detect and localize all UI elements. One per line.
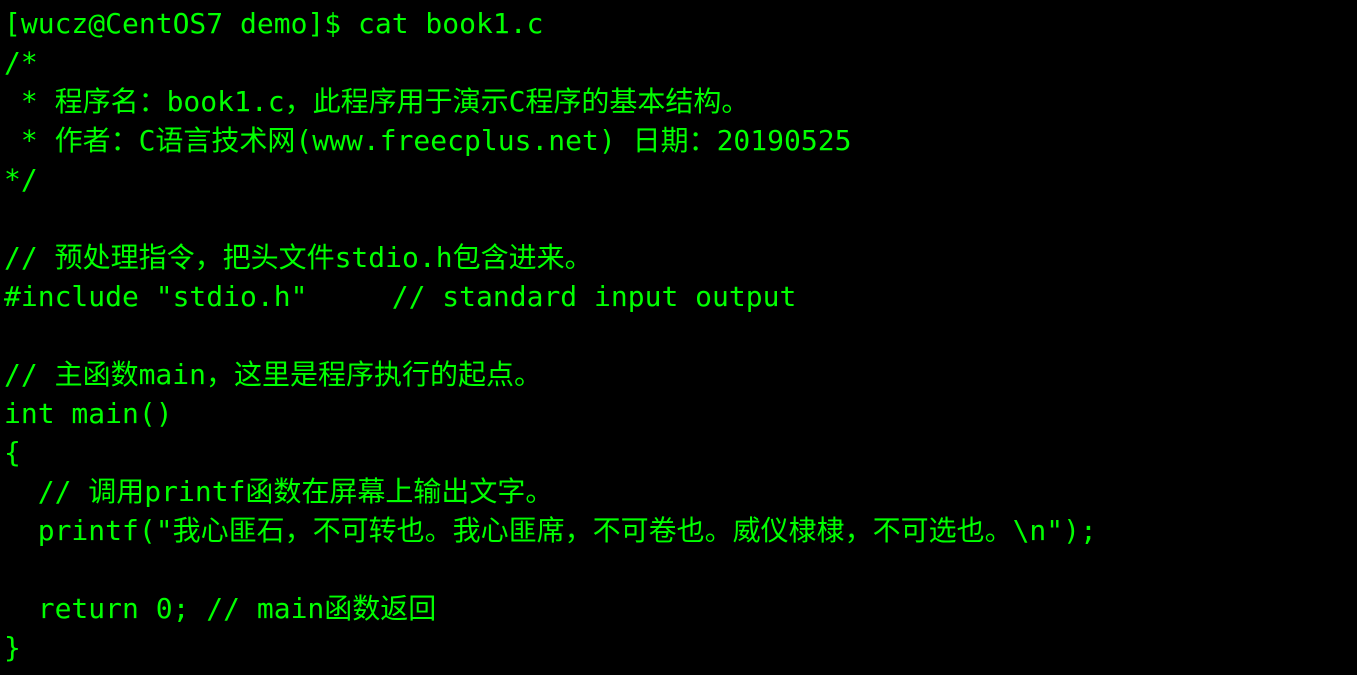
shell-prompt-line: [wucz@CentOS7 demo]$ cat book1.c [4, 7, 544, 40]
comment-program-name-line: * 程序名：book1.c，此程序用于演示C程序的基本结构。 [4, 85, 750, 118]
main-signature-line: int main() [4, 397, 173, 430]
open-brace-line: { [4, 436, 21, 469]
close-brace-line: } [4, 631, 21, 664]
terminal-window[interactable]: [wucz@CentOS7 demo]$ cat book1.c /* * 程序… [0, 0, 1357, 675]
return-line: return 0; // main函数返回 [4, 592, 437, 625]
comment-open-line: /* [4, 46, 38, 79]
comment-printf-line: // 调用printf函数在屏幕上输出文字。 [4, 475, 554, 508]
comment-close-line: */ [4, 163, 38, 196]
comment-main-line: // 主函数main，这里是程序执行的起点。 [4, 358, 543, 391]
comment-preprocessor-line: // 预处理指令，把头文件stdio.h包含进来。 [4, 241, 593, 274]
printf-line: printf("我心匪石，不可转也。我心匪席，不可卷也。威仪棣棣，不可选也。\n… [4, 514, 1097, 547]
comment-author-line: * 作者：C语言技术网(www.freecplus.net) 日期：201905… [4, 124, 852, 157]
include-line: #include "stdio.h" // standard input out… [4, 280, 797, 313]
